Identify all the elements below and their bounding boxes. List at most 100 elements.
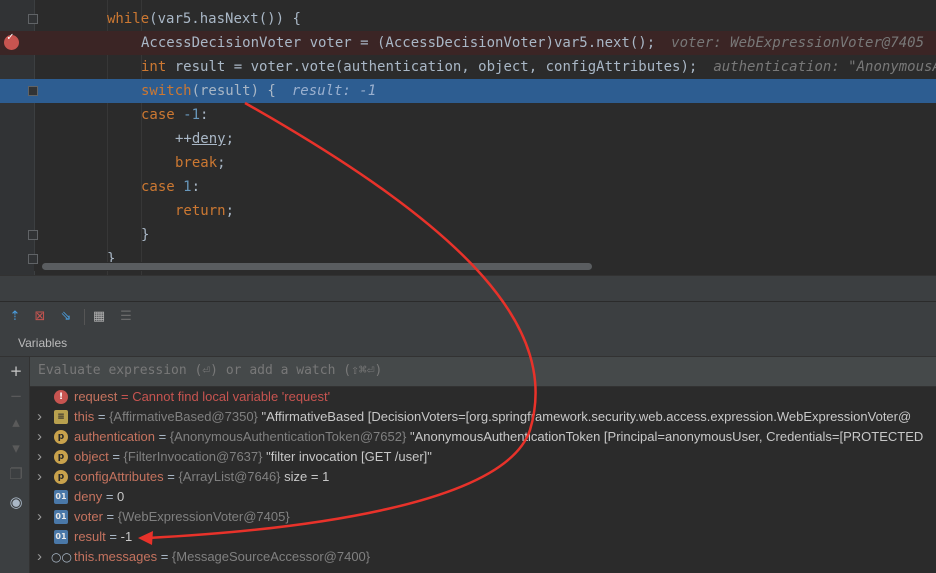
variable-name: voter <box>74 509 103 524</box>
panel-divider[interactable] <box>0 275 936 301</box>
variable-value: 0 <box>117 489 125 504</box>
fold-marker-icon[interactable] <box>28 14 38 24</box>
code-editor[interactable]: while(var5.hasNext()) {AccessDecisionVot… <box>0 0 936 275</box>
variable-row-this[interactable]: › ≡ this = {AffirmativeBased@7350} "Affirm… <box>30 407 936 427</box>
variable-text: configAttributes = {ArrayList@7646} size… <box>74 467 329 487</box>
variable-text: authentication = {AnonymousAuthenticatio… <box>74 427 923 447</box>
equals-sign: = <box>157 549 172 564</box>
view-icon[interactable]: ◉ <box>7 493 25 511</box>
breakpoint-line[interactable]: AccessDecisionVoter voter = (AccessDecis… <box>0 31 936 55</box>
code-token: switch <box>141 83 192 99</box>
variable-value: "AffirmativeBased [DecisionVoters=[org.s… <box>261 409 912 424</box>
expand-arrow-icon[interactable]: › <box>37 467 47 487</box>
remove-watch-icon[interactable]: − <box>7 387 25 405</box>
code-token: } <box>141 227 150 243</box>
code-text[interactable]: switch(result) {result: -1 <box>141 79 376 103</box>
code-text[interactable]: break; <box>175 151 226 175</box>
variable-type: {MessageSourceAccessor@7400} <box>171 549 371 564</box>
code-text[interactable]: } <box>141 223 149 247</box>
variable-text: result = -1 <box>74 527 132 547</box>
variable-row-this-messages[interactable]: › ○○ this.messages = {MessageSourceAccesso… <box>30 547 936 567</box>
variable-text: deny = 0 <box>74 487 124 507</box>
equals-sign: = <box>108 449 124 464</box>
code-text[interactable]: int result = voter.vote(authentication, … <box>141 55 936 79</box>
inline-debug-value: voter: WebExpressionVoter@7405 <box>671 35 925 51</box>
fold-marker-icon[interactable] <box>28 254 38 264</box>
code-token: : <box>200 107 209 123</box>
variable-name: result <box>74 529 106 544</box>
variable-name: authentication <box>74 429 155 444</box>
variables-side-toolbar: + − ▴ ▾ ❐ ◉ <box>0 357 30 573</box>
code-token: while <box>107 11 150 27</box>
fold-marker-icon[interactable] <box>28 230 38 240</box>
code-token: break <box>175 155 218 171</box>
drop-frame-icon[interactable]: ⊠ <box>31 308 49 326</box>
variable-row-configAttributes[interactable]: › p configAttributes = {ArrayList@7646} si… <box>30 467 936 487</box>
parameter-icon: p <box>54 450 68 464</box>
variable-name: object <box>74 449 109 464</box>
copy-icon[interactable]: ❐ <box>7 465 25 483</box>
toolbar-separator <box>84 309 85 325</box>
code-token: (var5.hasNext()) { <box>149 11 301 27</box>
run-to-cursor-icon[interactable]: ⇘ <box>57 308 75 326</box>
breakpoint-icon[interactable] <box>4 30 19 50</box>
add-watch-icon[interactable]: + <box>7 362 25 380</box>
trace-icon[interactable]: ☰ <box>117 308 135 326</box>
code-text[interactable]: case 1: <box>141 175 200 199</box>
expand-arrow-icon[interactable]: › <box>37 547 47 567</box>
code-text[interactable]: ++deny; <box>175 127 234 151</box>
code-line[interactable]: int result = voter.vote(authentication, … <box>0 55 936 79</box>
code-token: result = voter.vote(authentication, obje… <box>166 59 698 75</box>
step-out-icon[interactable]: ⇡ <box>6 308 24 326</box>
variable-row-result[interactable]: 01 result = -1 <box>30 527 936 547</box>
evaluate-table-icon[interactable]: ▦ <box>90 308 108 326</box>
inline-debug-value: result: -1 <box>291 83 377 99</box>
move-down-icon[interactable]: ▾ <box>7 439 25 457</box>
variable-name: request <box>74 389 118 404</box>
code-line[interactable]: case 1: <box>0 175 936 199</box>
fold-marker-icon[interactable] <box>28 86 38 96</box>
code-text[interactable]: return; <box>175 199 234 223</box>
code-token: ++ <box>175 131 192 147</box>
code-text[interactable]: AccessDecisionVoter voter = (AccessDecis… <box>141 31 924 55</box>
expand-arrow-icon[interactable]: › <box>37 407 47 427</box>
code-token: deny <box>191 131 226 147</box>
code-token: : <box>191 179 201 195</box>
debugger-toolbar: ⇡ ⊠ ⇘ ▦ ☰ <box>0 301 936 331</box>
variable-type: {WebExpressionVoter@7405} <box>117 509 290 524</box>
current-execution-line[interactable]: switch(result) {result: -1 <box>0 79 936 103</box>
variable-row-request[interactable]: ! request = Cannot find local variable 'r… <box>30 387 936 407</box>
equals-sign: = <box>102 489 118 504</box>
code-text[interactable]: while(var5.hasNext()) { <box>107 7 301 31</box>
variable-row-voter[interactable]: › 01 voter = {WebExpressionVoter@7405} <box>30 507 936 527</box>
move-up-icon[interactable]: ▴ <box>7 413 25 431</box>
variable-text: this.messages = {MessageSourceAccessor@7… <box>74 547 370 567</box>
expand-arrow-icon[interactable]: › <box>37 447 47 467</box>
variable-type: {AffirmativeBased@7350} <box>109 409 258 424</box>
evaluate-expression-field[interactable]: Evaluate expression (⏎) or add a watch (… <box>30 357 936 387</box>
code-line[interactable]: } <box>0 223 936 247</box>
code-token: ; <box>225 131 235 147</box>
variable-type: {FilterInvocation@7637} <box>123 449 263 464</box>
code-line[interactable]: return; <box>0 199 936 223</box>
variable-row-deny[interactable]: 01 deny = 0 <box>30 487 936 507</box>
equals-sign: = <box>163 469 179 484</box>
variable-text: voter = {WebExpressionVoter@7405} <box>74 507 290 527</box>
expand-arrow-icon[interactable]: › <box>37 507 47 527</box>
variable-name: this.messages <box>74 549 158 564</box>
code-line[interactable]: while(var5.hasNext()) { <box>0 7 936 31</box>
editor-horizontal-scrollbar[interactable] <box>42 263 592 270</box>
parameter-icon: p <box>54 470 68 484</box>
equals-sign: = <box>105 529 121 544</box>
code-text[interactable]: case -1: <box>141 103 208 127</box>
expand-arrow-icon[interactable]: › <box>37 427 47 447</box>
code-line[interactable]: break; <box>0 151 936 175</box>
variables-panel: Evaluate expression (⏎) or add a watch (… <box>30 357 936 573</box>
code-token: int <box>141 59 167 75</box>
code-line[interactable]: case -1: <box>0 103 936 127</box>
code-line[interactable]: ++deny; <box>0 127 936 151</box>
variable-row-authentication[interactable]: › p authentication = {AnonymousAuthenticat… <box>30 427 936 447</box>
evaluate-expression-placeholder[interactable]: Evaluate expression (⏎) or add a watch (… <box>38 363 382 378</box>
variable-row-object[interactable]: › p object = {FilterInvocation@7637} "filt… <box>30 447 936 467</box>
local-variable-icon: 01 <box>54 530 68 544</box>
